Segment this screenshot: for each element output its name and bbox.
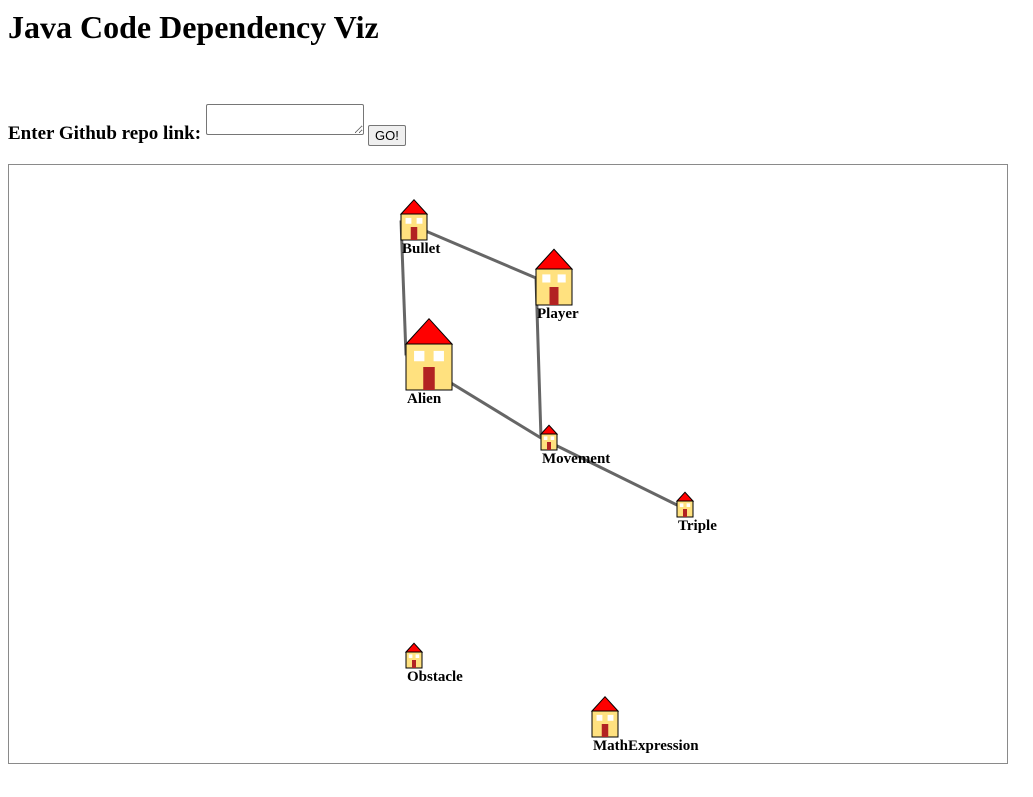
repo-form: Enter Github repo link: GO! — [8, 104, 406, 146]
dependency-edge-movement-triple — [540, 436, 678, 507]
house-icon — [404, 642, 424, 669]
class-node-movement[interactable]: Movement — [539, 424, 610, 467]
repo-link-input[interactable] — [206, 104, 365, 135]
repo-link-label: Enter Github repo link: — [8, 123, 202, 144]
class-node-label: Obstacle — [407, 669, 463, 685]
house-icon — [404, 317, 454, 391]
page-title: Java Code Dependency Viz — [8, 9, 379, 45]
class-node-label: Movement — [542, 451, 610, 467]
class-node-label: Triple — [678, 518, 717, 534]
class-node-player[interactable]: Player — [534, 248, 579, 322]
dependency-graph-canvas[interactable]: Bullet Player Alien Movement Triple Obstacle M… — [8, 164, 1008, 764]
class-node-mathexpression[interactable]: MathExpression — [590, 695, 699, 754]
house-icon — [539, 424, 559, 451]
house-icon — [399, 198, 429, 241]
class-node-label: Bullet — [402, 241, 440, 257]
class-node-alien[interactable]: Alien — [404, 317, 454, 407]
go-button[interactable]: GO! — [368, 125, 406, 146]
class-node-label: Alien — [407, 391, 442, 407]
class-node-label: Player — [537, 306, 579, 322]
class-node-triple[interactable]: Triple — [675, 491, 717, 534]
nodes-layer: Bullet Player Alien Movement Triple Obstacle M… — [399, 198, 717, 754]
class-node-bullet[interactable]: Bullet — [399, 198, 440, 257]
house-icon — [675, 491, 695, 518]
house-icon — [534, 248, 574, 306]
house-icon — [590, 695, 620, 738]
dependency-graph[interactable]: Bullet Player Alien Movement Triple Obstacle M… — [9, 165, 1007, 763]
class-node-label: MathExpression — [593, 738, 699, 754]
class-node-obstacle[interactable]: Obstacle — [404, 642, 463, 685]
